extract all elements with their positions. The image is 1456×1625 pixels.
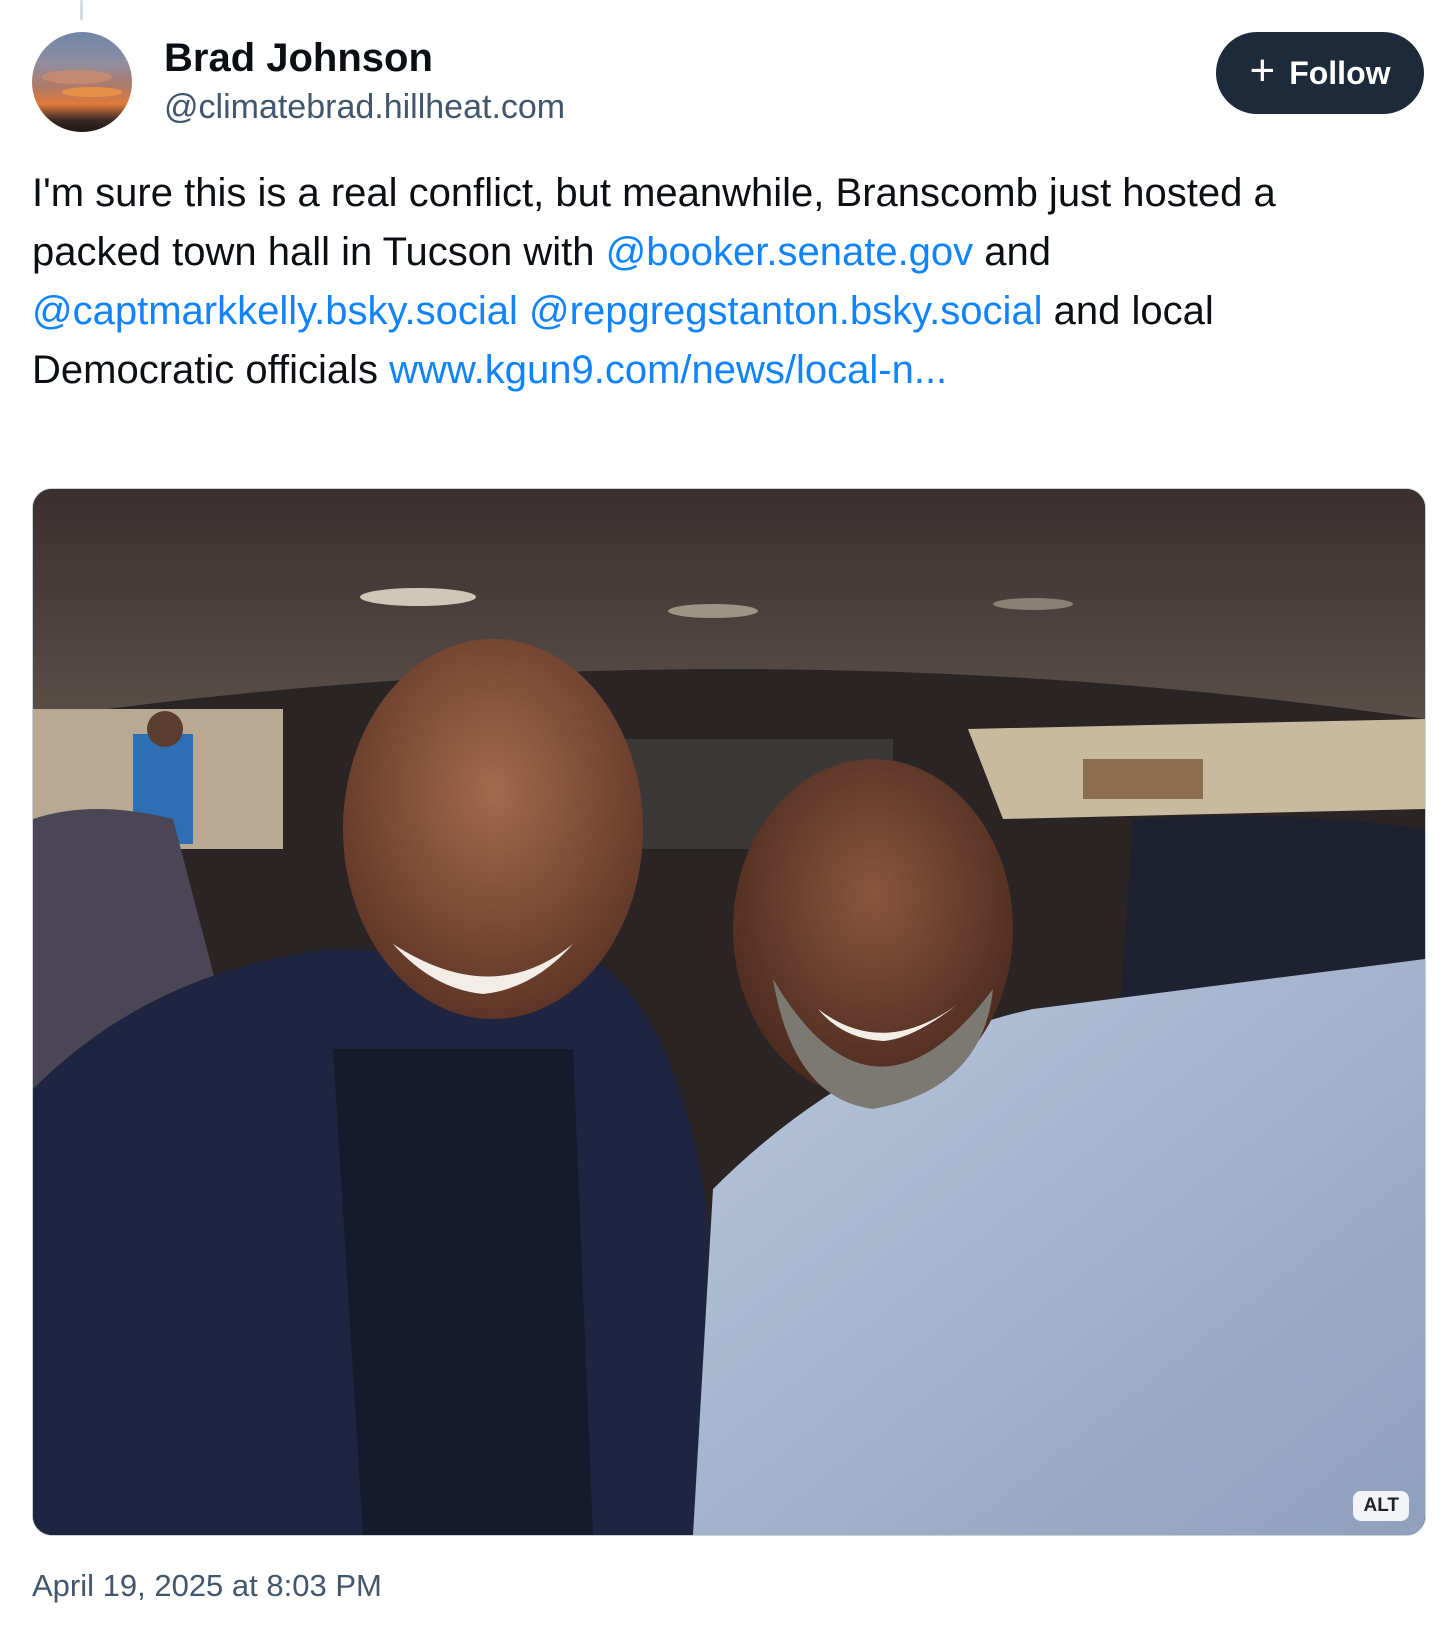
mention-captmarkkelly[interactable]: @captmarkkelly.bsky.social [32,289,518,333]
plus-icon: + [1249,46,1276,95]
photo-illustration [33,489,1425,1535]
author-handle[interactable]: @climatebrad.hillheat.com [164,88,565,127]
post-timestamp[interactable]: April 19, 2025 at 8:03 PM [32,1568,382,1604]
mention-booker[interactable]: @booker.senate.gov [606,230,974,274]
external-link[interactable]: www.kgun9.com/news/local-n... [389,348,947,392]
post-text: I'm sure this is a real conflict, but me… [32,164,1412,400]
post-text-segment: and [973,230,1052,274]
post-text-segment [518,289,529,333]
mention-repgregstanton[interactable]: @repgregstanton.bsky.social [529,289,1042,333]
author-display-name[interactable]: Brad Johnson [164,36,433,81]
follow-button[interactable]: + Follow [1216,32,1424,114]
thread-line [80,0,83,20]
alt-text-badge[interactable]: ALT [1353,1491,1409,1521]
avatar[interactable] [32,32,132,132]
follow-button-label: Follow [1289,54,1391,91]
post-image[interactable]: ALT [32,488,1426,1536]
